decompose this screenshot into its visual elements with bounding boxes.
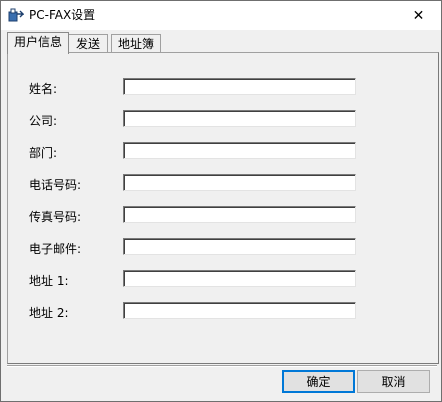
email-field[interactable] xyxy=(123,238,356,255)
title-bar[interactable]: PC-FAX设置 ✕ xyxy=(1,1,441,30)
cancel-button[interactable]: 取消 xyxy=(357,370,430,393)
pc-fax-settings-dialog: PC-FAX设置 ✕ 用户信息 发送 地址簿 姓名: 公司: 部门: 电话号码:… xyxy=(0,0,442,402)
tab-address-book[interactable]: 地址簿 xyxy=(111,34,161,53)
company-field[interactable] xyxy=(123,110,356,127)
department-field[interactable] xyxy=(123,142,356,159)
tab-user-info[interactable]: 用户信息 xyxy=(7,32,69,54)
tab-label: 发送 xyxy=(75,37,100,51)
address2-label: 地址 2: xyxy=(29,306,69,320)
name-label: 姓名: xyxy=(29,82,58,96)
company-label: 公司: xyxy=(29,114,58,128)
department-label: 部门: xyxy=(29,146,58,160)
email-label: 电子邮件: xyxy=(29,242,82,256)
tab-send[interactable]: 发送 xyxy=(68,34,108,53)
ok-button[interactable]: 确定 xyxy=(282,370,355,393)
address2-field[interactable] xyxy=(123,302,356,319)
fax-label: 传真号码: xyxy=(29,210,82,224)
fax-app-icon xyxy=(8,8,24,22)
user-info-panel: 姓名: 公司: 部门: 电话号码: 传真号码: 电子邮件: 地址 1: 地址 2… xyxy=(7,52,439,364)
tab-label: 地址簿 xyxy=(117,37,154,51)
address1-field[interactable] xyxy=(123,270,356,287)
tab-label: 用户信息 xyxy=(13,35,62,49)
phone-field[interactable] xyxy=(123,174,356,191)
name-field[interactable] xyxy=(123,78,356,95)
close-icon: ✕ xyxy=(412,7,425,24)
footer-separator xyxy=(7,365,437,367)
address1-label: 地址 1: xyxy=(29,274,69,288)
close-button[interactable]: ✕ xyxy=(396,1,441,30)
phone-label: 电话号码: xyxy=(29,178,82,192)
window-title: PC-FAX设置 xyxy=(29,8,96,22)
fax-field[interactable] xyxy=(123,206,356,223)
